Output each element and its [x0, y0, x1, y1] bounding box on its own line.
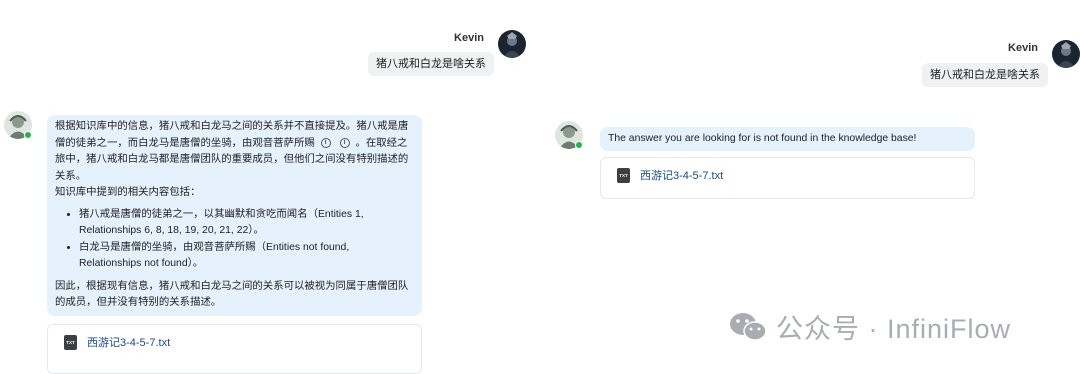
txt-file-icon: TXT [64, 334, 77, 350]
answer-paragraph-3: 因此，根据现有信息，猪八戒和白龙马之间的关系可以被视为同属于唐僧团队的成员，但并… [55, 280, 409, 309]
user-avatar[interactable] [1052, 40, 1080, 68]
user-avatar[interactable] [498, 30, 526, 58]
user-question-bubble: 猪八戒和白龙是啥关系 [368, 52, 494, 76]
watermark-text: 公众号 · InfiniFlow [776, 314, 1012, 344]
txt-file-icon: TXT [617, 167, 630, 183]
left-chat-panel: Kevin 猪八戒和白龙是啥关系 根据知识库中的信息，猪八戒和白龙马之间的关系并… [0, 0, 540, 374]
online-status-dot [575, 141, 583, 149]
answer-text: The answer you are looking for is not fo… [608, 133, 917, 144]
answer-paragraph-1: 根据知识库中的信息，猪八戒和白龙马之间的关系并不直接提及。猪八戒是唐僧的徒弟之一… [55, 119, 414, 185]
user-question-bubble: 猪八戒和白龙是啥关系 [922, 63, 1048, 87]
info-icon[interactable]: i [320, 137, 331, 148]
list-item: 猪八戒是唐僧的徒弟之一，以其幽默和贪吃而闻名（Entities 1, Relat… [79, 207, 414, 240]
info-icon[interactable]: i [339, 137, 350, 148]
source-document-card: TXT 西游记3-4-5-7.txt [600, 157, 975, 199]
answer-bullet-list: 猪八戒是唐僧的徒弟之一，以其幽默和贪吃而闻名（Entities 1, Relat… [55, 207, 414, 273]
assistant-answer-bubble: 根据知识库中的信息，猪八戒和白龙马之间的关系并不直接提及。猪八戒是唐僧的徒弟之一… [47, 115, 422, 316]
list-item: 白龙马是唐僧的坐骑，由观音菩萨所赐（Entities not found, Re… [79, 240, 414, 273]
source-file-name[interactable]: 西游记3-4-5-7.txt [87, 334, 170, 350]
wechat-icon [730, 312, 767, 341]
user-avatar-image [498, 30, 526, 58]
watermark: 公众号 · InfiniFlow [728, 307, 1011, 346]
source-file-name[interactable]: 西游记3-4-5-7.txt [640, 167, 723, 183]
source-file-link[interactable]: TXT 西游记3-4-5-7.txt [617, 167, 723, 183]
user-name: Kevin [454, 32, 484, 44]
answer-paragraph-2: 知识库中提到的相关内容包括： [55, 187, 201, 198]
user-name: Kevin [1008, 42, 1038, 54]
assistant-answer-bubble: The answer you are looking for is not fo… [600, 127, 975, 151]
online-status-dot [24, 131, 32, 139]
source-file-link[interactable]: TXT 西游记3-4-5-7.txt [64, 334, 170, 350]
user-avatar-image [1052, 40, 1080, 68]
